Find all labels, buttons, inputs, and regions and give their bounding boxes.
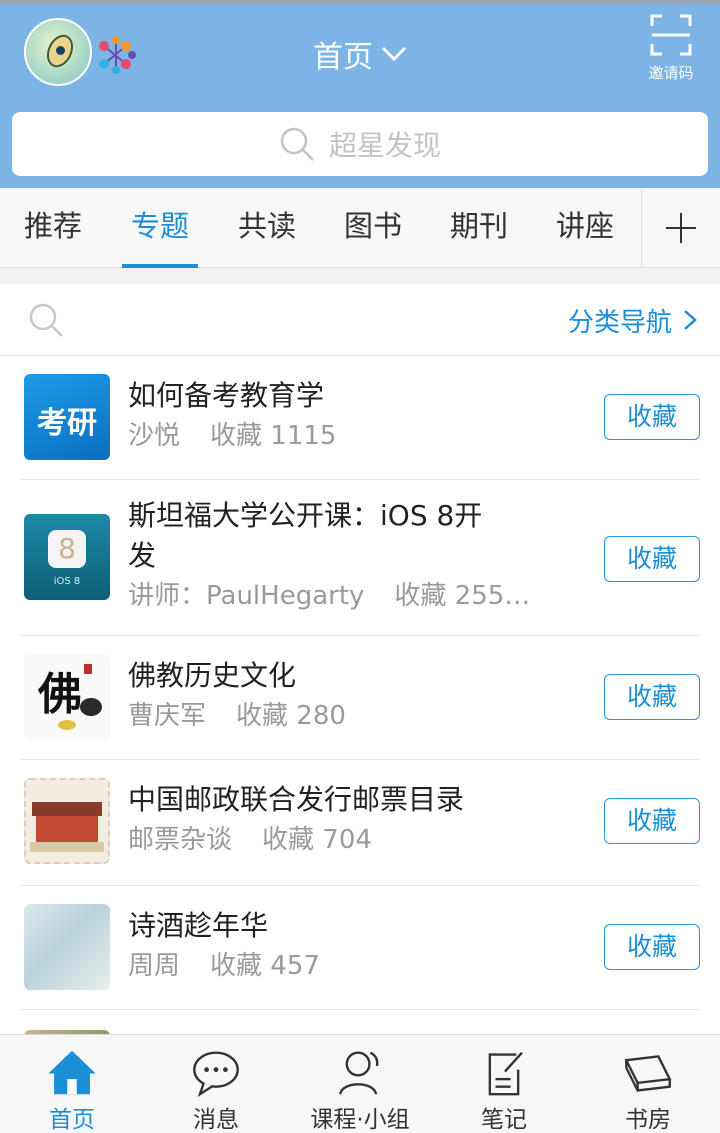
add-tab-button[interactable] [642, 188, 720, 268]
nav-bookshelf[interactable]: 书房 [604, 1035, 692, 1133]
scan-icon [650, 14, 692, 56]
app-header: 首页 邀请码 超星发现 [0, 0, 720, 188]
tab-coreading[interactable]: 共读 [236, 188, 298, 268]
filter-row: 分类导航 [0, 284, 720, 356]
topic-favorite-count: 收藏 280 [236, 701, 346, 731]
nav-messages-label: 消息 [193, 1107, 239, 1133]
chevron-down-icon [381, 46, 407, 62]
category-nav-link[interactable]: 分类导航 [568, 298, 698, 342]
topic-author: 周周 [128, 951, 181, 981]
topic-title: 如何备考教育学 [128, 379, 325, 412]
list-item[interactable]: 考研 如何备考教育学 沙悦 收藏 1115 收藏 [0, 356, 720, 480]
topic-meta: 曹庆军 收藏 280 [128, 698, 548, 734]
topic-thumbnail [24, 904, 110, 990]
stamp-ground-shape [30, 842, 104, 852]
thumbnail-text: iOS 8 [53, 576, 81, 587]
seal-shape [84, 664, 92, 674]
search-placeholder: 超星发现 [328, 129, 441, 162]
topic-thumbnail: 考研 [24, 374, 110, 460]
leaf-shape [58, 720, 76, 730]
favorite-button[interactable]: 收藏 [604, 536, 700, 582]
tab-lectures[interactable]: 讲座 [554, 188, 616, 268]
ios-app-icon: 8 [48, 530, 86, 568]
page-title: 首页 [313, 40, 373, 75]
list-item[interactable]: 8 iOS 8 斯坦福大学公开课：iOS 8开发 讲师：PaulHegarty 收… [0, 480, 720, 636]
nav-notes[interactable]: 笔记 [460, 1035, 548, 1133]
stamp-building-shape [36, 816, 98, 842]
topic-author: 邮票杂谈 [128, 825, 233, 855]
search-icon[interactable] [28, 302, 64, 338]
favorite-button[interactable]: 收藏 [604, 798, 700, 844]
favorite-button[interactable]: 收藏 [604, 674, 700, 720]
avatar-pupil-shape [56, 46, 65, 55]
list-item[interactable]: 诗酒趁年华 周周 收藏 457 收藏 [0, 886, 720, 1010]
category-nav-label: 分类导航 [567, 307, 672, 338]
topic-title: 佛教历史文化 [128, 659, 297, 692]
topic-author: 曹庆军 [128, 701, 207, 731]
topic-meta: 讲师：PaulHegarty 收藏 255… [128, 578, 548, 614]
topic-meta: 邮票杂谈 收藏 704 [128, 822, 548, 858]
topic-favorite-count: 收藏 457 [210, 951, 320, 981]
list-item[interactable] [0, 1010, 720, 1034]
page-title-dropdown[interactable]: 首页 [260, 30, 460, 78]
search-icon [280, 127, 314, 161]
topic-meta: 周周 收藏 457 [128, 948, 548, 984]
tab-topics[interactable]: 专题 [122, 188, 198, 268]
invite-code-label: 邀请码 [648, 64, 694, 82]
list-item[interactable]: 佛 佛教历史文化 曹庆军 收藏 280 收藏 [0, 636, 720, 760]
topic-favorite-count: 收藏 1115 [210, 421, 337, 451]
topic-title: 诗酒趁年华 [128, 909, 269, 942]
chat-icon [193, 1051, 239, 1098]
tab-journals[interactable]: 期刊 [448, 188, 510, 268]
lotus-shape [80, 698, 102, 716]
topic-author: 讲师：PaulHegarty [128, 581, 365, 611]
molecule-icon[interactable] [96, 36, 138, 74]
bookshelf-icon [624, 1055, 672, 1092]
nav-home-label: 首页 [49, 1107, 95, 1133]
category-tabs: 推荐 专题 共读 图书 期刊 讲座 [0, 188, 720, 268]
nav-bookshelf-label: 书房 [625, 1107, 671, 1133]
nav-courses-groups-label: 课程·小组 [310, 1107, 410, 1133]
topic-thumbnail [24, 778, 110, 864]
topic-list-panel: 分类导航 考研 如何备考教育学 沙悦 收藏 1115 收藏 8 iOS 8 斯坦… [0, 284, 720, 1034]
stamp-roof-shape [32, 802, 102, 816]
topic-author: 沙悦 [128, 421, 181, 451]
home-icon [48, 1050, 96, 1095]
nav-home[interactable]: 首页 [28, 1035, 116, 1133]
status-strip [0, 0, 720, 4]
chevron-right-icon [684, 310, 697, 330]
topic-favorite-count: 收藏 704 [262, 825, 372, 855]
topic-thumbnail: 8 iOS 8 [24, 514, 110, 600]
invite-code-button[interactable]: 邀请码 [640, 14, 702, 90]
nav-courses-groups[interactable]: 课程·小组 [300, 1035, 420, 1133]
avatar[interactable] [24, 18, 92, 86]
favorite-button[interactable]: 收藏 [604, 924, 700, 970]
topic-title: 中国邮政联合发行邮票目录 [128, 783, 465, 816]
topic-meta: 沙悦 收藏 1115 [128, 418, 548, 454]
note-icon [488, 1051, 523, 1096]
topic-favorite-count: 收藏 255… [394, 581, 531, 611]
topic-title: 斯坦福大学公开课：iOS 8开发 [128, 499, 483, 572]
search-input[interactable]: 超星发现 [12, 112, 708, 176]
tab-books[interactable]: 图书 [342, 188, 404, 268]
thumbnail-text: 考研 [37, 406, 97, 441]
topic-thumbnail: 佛 [24, 654, 110, 740]
plus-icon [666, 213, 696, 243]
thumbnail-text: 佛 [38, 669, 82, 720]
topic-list: 考研 如何备考教育学 沙悦 收藏 1115 收藏 8 iOS 8 斯坦福大学公开课… [0, 356, 720, 1034]
favorite-button[interactable]: 收藏 [604, 394, 700, 440]
tab-recommend[interactable]: 推荐 [22, 188, 84, 268]
list-item[interactable]: 中国邮政联合发行邮票目录 邮票杂谈 收藏 704 收藏 [0, 760, 720, 886]
bottom-navigation: 首页 消息 课程·小组 笔记 书房 [0, 1034, 720, 1133]
nav-notes-label: 笔记 [481, 1107, 527, 1133]
user-icon [338, 1051, 379, 1095]
nav-messages[interactable]: 消息 [172, 1035, 260, 1133]
